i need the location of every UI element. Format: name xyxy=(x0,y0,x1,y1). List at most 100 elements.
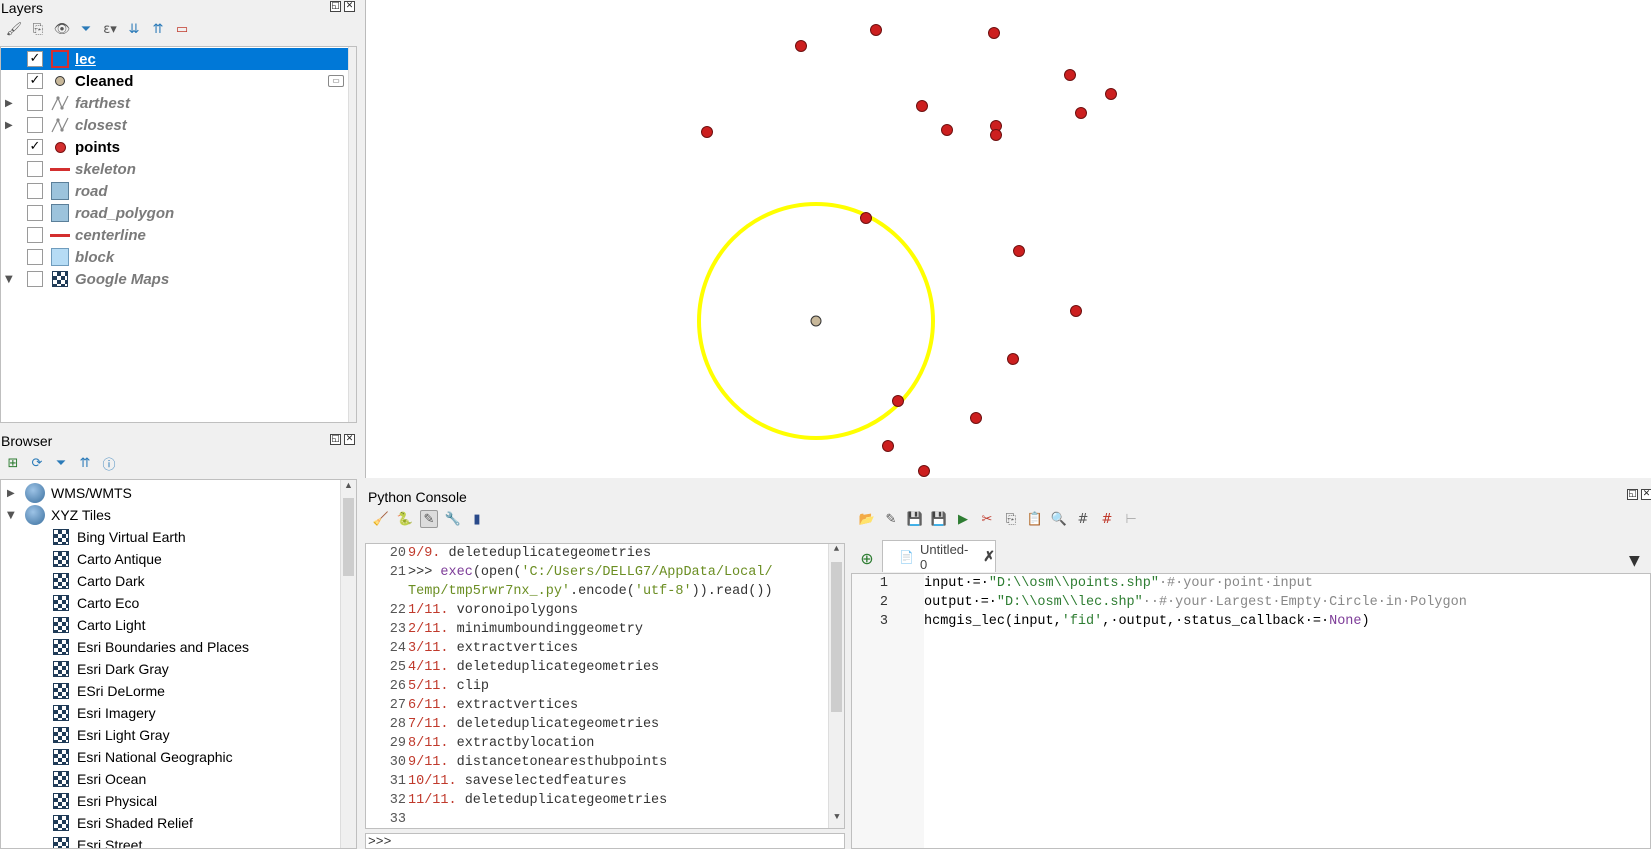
layers-tree[interactable]: ✓ lec ✓ Cleaned ▭ ▶ farthest ▶ closest ✓… xyxy=(0,46,357,423)
show-editor-icon[interactable]: ✎ xyxy=(420,510,438,528)
browser-xyz-item[interactable]: Esri Boundaries and Places xyxy=(53,636,249,658)
layer-checkbox[interactable] xyxy=(27,249,43,265)
close-icon[interactable]: ✕ xyxy=(344,434,355,445)
close-icon[interactable]: ✕ xyxy=(1641,489,1651,500)
browser-xyz-item[interactable]: Esri Ocean xyxy=(53,768,146,790)
browser-xyz-item[interactable]: Carto Light xyxy=(53,614,145,636)
browser-scrollbar[interactable]: ▲ xyxy=(340,480,356,848)
layer-row-google-maps[interactable]: ▼ Google Maps xyxy=(1,268,356,290)
filter-icon[interactable]: ⏷ xyxy=(52,454,70,472)
close-tab-icon[interactable]: ✗ xyxy=(983,548,995,565)
add-selected-layers-icon[interactable]: ⊞ xyxy=(4,454,22,472)
collapse-all-icon[interactable]: ⇈ xyxy=(76,454,94,472)
expand-arrow-icon[interactable]: ▶ xyxy=(5,120,17,131)
uncomment-icon[interactable]: # xyxy=(1098,510,1116,528)
open-in-external-editor-icon[interactable]: ✎ xyxy=(882,510,900,528)
browser-xyz-item[interactable]: Esri Light Gray xyxy=(53,724,170,746)
browser-xyz-item[interactable]: Esri Physical xyxy=(53,790,157,812)
browser-tree[interactable]: ▶ WMS/WMTS ▼ XYZ Tiles Bing Virtual Eart… xyxy=(0,479,357,849)
scroll-up-icon[interactable]: ▲ xyxy=(341,480,356,496)
filter-icon[interactable]: ⏷ xyxy=(77,20,95,38)
browser-group-wms[interactable]: ▶ WMS/WMTS xyxy=(1,482,132,504)
editor-line[interactable]: 3 hcmgis_lec(input,'fid',·output,·status_… xyxy=(852,614,1370,633)
browser-xyz-item[interactable]: Carto Antique xyxy=(53,548,162,570)
save-icon[interactable]: 💾 xyxy=(906,510,924,528)
browser-xyz-item[interactable]: Carto Dark xyxy=(53,570,145,592)
scroll-thumb[interactable] xyxy=(343,498,354,576)
expression-filter-icon[interactable]: ε▾ xyxy=(101,20,119,38)
float-icon[interactable]: ◱ xyxy=(330,1,341,12)
layer-row-block[interactable]: block xyxy=(1,246,356,268)
layer-checkbox[interactable]: ✓ xyxy=(27,139,43,155)
collapse-arrow-icon[interactable]: ▼ xyxy=(1,510,25,521)
collapse-arrow-icon[interactable]: ▼ xyxy=(5,274,17,285)
clear-console-icon[interactable]: 🧹 xyxy=(372,510,390,528)
layer-checkbox[interactable] xyxy=(27,183,43,199)
console-output[interactable]: 20 9/9. deleteduplicategeometries 21 >>> ex… xyxy=(365,543,845,829)
browser-xyz-item[interactable]: Esri Shaded Relief xyxy=(53,812,193,834)
console-scrollbar[interactable]: ▲ ▼ xyxy=(828,544,844,828)
options-icon[interactable]: 🔧 xyxy=(444,510,462,528)
console-input[interactable]: >>> xyxy=(365,833,845,849)
info-icon[interactable]: ⓘ xyxy=(100,454,118,473)
add-group-icon[interactable]: ⎘ xyxy=(29,20,47,38)
layer-row-closest[interactable]: ▶ closest xyxy=(1,114,356,136)
code-editor[interactable]: 1 input·=·"D:\\osm\\points.shp"·#·your·po… xyxy=(851,573,1651,849)
run-script-icon[interactable]: ▶ xyxy=(954,510,972,528)
collapse-all-icon[interactable]: ⇈ xyxy=(149,20,167,38)
editor-tab[interactable]: 📄 Untitled-0 ✗ xyxy=(882,540,996,572)
layer-row-farthest[interactable]: ▶ farthest xyxy=(1,92,356,114)
layers-scrollbar[interactable] xyxy=(348,47,356,422)
scroll-down-icon[interactable]: ▼ xyxy=(829,812,844,828)
float-icon[interactable]: ◱ xyxy=(1627,489,1638,500)
editor-line[interactable]: 1 input·=·"D:\\osm\\points.shp"·#·your·po… xyxy=(852,576,1313,595)
layer-row-centerline[interactable]: centerline xyxy=(1,224,356,246)
expand-all-icon[interactable]: ⇊ xyxy=(125,20,143,38)
run-command-icon[interactable]: 🐍 xyxy=(396,510,414,528)
scroll-up-icon[interactable]: ▲ xyxy=(829,544,844,560)
visibility-icon[interactable]: 👁 xyxy=(53,20,71,38)
help-icon[interactable]: ▮ xyxy=(468,510,486,528)
scroll-thumb[interactable] xyxy=(831,562,842,712)
style-icon[interactable]: 🖌 xyxy=(5,20,23,38)
float-icon[interactable]: ◱ xyxy=(330,434,341,445)
layer-checkbox[interactable] xyxy=(27,271,43,287)
map-tips-icon[interactable]: ▭ xyxy=(328,75,344,87)
remove-layer-icon[interactable]: ▭ xyxy=(173,20,191,38)
expand-arrow-icon[interactable]: ▶ xyxy=(5,98,17,109)
browser-xyz-item[interactable]: Esri Street xyxy=(53,834,142,848)
layer-checkbox[interactable] xyxy=(27,227,43,243)
find-icon[interactable]: 🔍 xyxy=(1050,510,1068,528)
layer-row-road-polygon[interactable]: road_polygon xyxy=(1,202,356,224)
layer-checkbox[interactable]: ✓ xyxy=(27,73,43,89)
copy-icon[interactable]: ⎘ xyxy=(1002,510,1020,528)
expand-arrow-icon[interactable]: ▶ xyxy=(1,488,25,499)
layer-row-cleaned[interactable]: ✓ Cleaned ▭ xyxy=(1,70,356,92)
layer-row-road[interactable]: road xyxy=(1,180,356,202)
map-canvas[interactable] xyxy=(365,0,1651,478)
open-script-icon[interactable]: 📂 xyxy=(858,510,876,528)
layer-row-skeleton[interactable]: skeleton xyxy=(1,158,356,180)
browser-xyz-item[interactable]: Bing Virtual Earth xyxy=(53,526,186,548)
cut-icon[interactable]: ✂ xyxy=(978,510,996,528)
editor-line[interactable]: 2 output·=·"D:\\osm\\lec.shp"··#·your·Lar… xyxy=(852,595,1467,614)
layer-checkbox[interactable] xyxy=(27,117,43,133)
new-tab-button[interactable]: ⊕ xyxy=(858,549,876,568)
refresh-icon[interactable]: ⟳ xyxy=(28,454,46,472)
browser-xyz-item[interactable]: Esri Dark Gray xyxy=(53,658,169,680)
layer-checkbox[interactable] xyxy=(27,95,43,111)
layer-row-lec[interactable]: ✓ lec xyxy=(1,48,356,70)
tab-list-chevron-icon[interactable]: ▼ xyxy=(1629,553,1640,569)
browser-xyz-item[interactable]: Carto Eco xyxy=(53,592,139,614)
layer-checkbox[interactable] xyxy=(27,205,43,221)
paste-icon[interactable]: 📋 xyxy=(1026,510,1044,528)
layer-checkbox[interactable]: ✓ xyxy=(27,51,43,67)
layer-row-points[interactable]: ✓ points xyxy=(1,136,356,158)
browser-xyz-item[interactable]: Esri Imagery xyxy=(53,702,156,724)
comment-icon[interactable]: # xyxy=(1074,510,1092,528)
layer-checkbox[interactable] xyxy=(27,161,43,177)
browser-xyz-item[interactable]: ESri DeLorme xyxy=(53,680,165,702)
object-inspector-icon[interactable]: ⊢ xyxy=(1122,510,1140,528)
close-icon[interactable]: ✕ xyxy=(344,1,355,12)
browser-xyz-item[interactable]: Esri National Geographic xyxy=(53,746,233,768)
